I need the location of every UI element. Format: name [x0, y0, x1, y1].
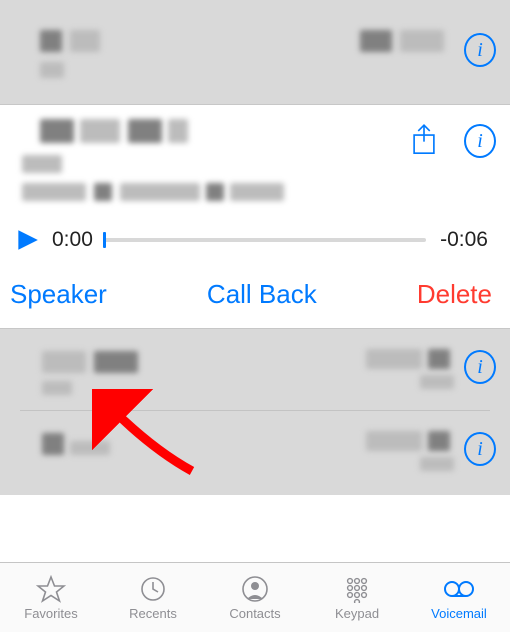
clock-icon [138, 575, 168, 603]
tab-recents[interactable]: Recents [102, 563, 204, 632]
voicemail-row[interactable]: i [20, 411, 490, 495]
play-icon[interactable] [12, 225, 42, 255]
keypad-icon [342, 575, 372, 603]
voicemail-caller-info [0, 105, 510, 217]
tab-favorites[interactable]: Favorites [0, 563, 102, 632]
voicemail-row[interactable]: i [20, 329, 490, 411]
scrubber-thumb[interactable] [103, 232, 106, 248]
voicemail-expanded: i 0:00 -0:06 Speaker [0, 105, 510, 329]
callback-button[interactable]: Call Back [207, 279, 317, 310]
info-icon[interactable]: i [464, 433, 496, 465]
tab-label: Keypad [335, 606, 379, 621]
scrubber-track[interactable] [103, 238, 426, 242]
speaker-button[interactable]: Speaker [10, 279, 107, 310]
voicemail-actions: Speaker Call Back Delete [0, 269, 510, 328]
delete-button[interactable]: Delete [417, 279, 492, 310]
tab-contacts[interactable]: Contacts [204, 563, 306, 632]
info-icon[interactable]: i [464, 34, 496, 66]
tab-bar: Favorites Recents Contacts Keypad Voice [0, 562, 510, 632]
tab-keypad[interactable]: Keypad [306, 563, 408, 632]
elapsed-time: 0:00 [52, 228, 93, 252]
info-icon[interactable]: i [464, 351, 496, 383]
star-icon [36, 575, 66, 603]
tab-label: Voicemail [431, 606, 487, 621]
tab-label: Contacts [229, 606, 280, 621]
tab-voicemail[interactable]: Voicemail [408, 563, 510, 632]
tab-label: Favorites [24, 606, 77, 621]
playback-controls: 0:00 -0:06 [0, 217, 510, 269]
contact-icon [240, 575, 270, 603]
voicemail-row[interactable]: i [0, 0, 510, 105]
remaining-time: -0:06 [440, 228, 488, 252]
tab-label: Recents [129, 606, 177, 621]
voicemail-icon [442, 575, 476, 603]
